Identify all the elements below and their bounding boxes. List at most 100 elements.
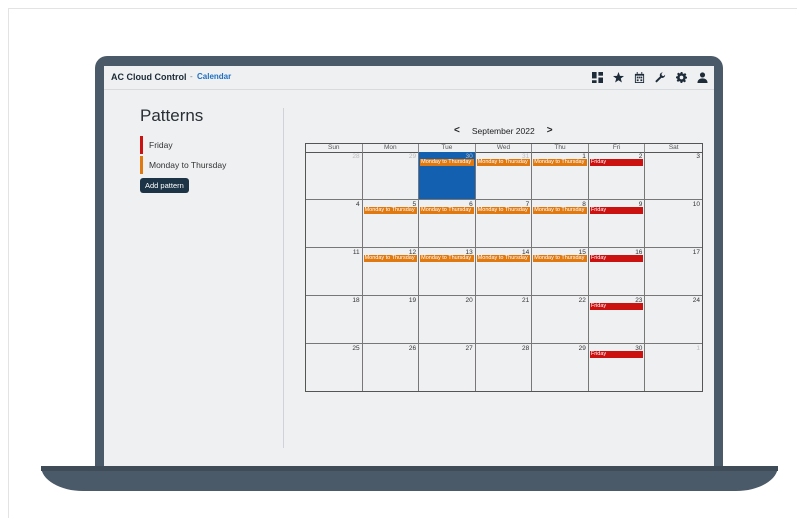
title-separator: - (190, 72, 193, 81)
calendar-day-cell[interactable]: 19 (363, 296, 420, 343)
day-number: 20 (465, 297, 473, 304)
day-number: 17 (692, 249, 700, 256)
event-monday-to-thursday[interactable]: Monday to Thursday (363, 207, 418, 214)
calendar-day-cell[interactable]: 3 (645, 152, 702, 199)
app-screen: AC Cloud Control - Calendar Patterns Fri… (104, 66, 714, 466)
calendar-icon[interactable] (633, 71, 645, 83)
calendar-day-cell[interactable]: 11 (306, 248, 363, 295)
month-navigation: < September 2022 > (454, 125, 553, 136)
pattern-label: Monday to Thursday (149, 160, 227, 170)
calendar-day-cell-selected[interactable]: 30 Monday to Thursday (419, 152, 476, 199)
weekday-header: Sun Mon Tue Wed Thu Fri Sat (306, 144, 702, 153)
calendar-day-cell[interactable]: 9 Friday (589, 200, 646, 247)
calendar-day-cell[interactable]: 28 (306, 152, 363, 199)
month-label: September 2022 (471, 125, 535, 136)
event-friday[interactable]: Friday (589, 207, 644, 214)
calendar-day-cell[interactable]: 24 (645, 296, 702, 343)
day-number: 29 (408, 153, 417, 160)
calendar-day-cell[interactable]: 22 (532, 296, 589, 343)
add-pattern-button[interactable]: Add pattern (140, 178, 189, 193)
day-number: 10 (692, 201, 700, 208)
calendar-day-cell[interactable]: 25 (306, 344, 363, 391)
calendar-day-cell[interactable]: 12 Monday to Thursday (363, 248, 420, 295)
calendar-day-cell[interactable]: 18 (306, 296, 363, 343)
event-monday-to-thursday[interactable]: Monday to Thursday (533, 207, 587, 214)
calendar-week: 28 29 30 Monday to Thursday 31 Monday to Thur… (306, 152, 702, 200)
event-monday-to-thursday[interactable]: Monday to Thursday (420, 159, 474, 166)
calendar-day-cell[interactable]: 6 Monday to Thursday (419, 200, 476, 247)
calendar-day-cell[interactable]: 8 Monday to Thursday (532, 200, 589, 247)
app-title[interactable]: AC Cloud Control (111, 72, 187, 82)
calendar-week: 25 26 27 28 29 30 Friday 1 (306, 344, 702, 391)
event-friday[interactable]: Friday (589, 159, 644, 166)
calendar-day-cell[interactable]: 1 (645, 344, 702, 391)
day-number: 26 (408, 345, 417, 352)
day-number: 29 (578, 345, 586, 352)
event-monday-to-thursday[interactable]: Monday to Thursday (476, 159, 531, 166)
calendar-day-cell[interactable]: 17 (645, 248, 702, 295)
panel-divider (283, 108, 284, 448)
calendar-day-cell[interactable]: 28 (476, 344, 533, 391)
calendar-day-cell[interactable]: 7 Monday to Thursday (476, 200, 533, 247)
calendar-day-cell[interactable]: 2 Friday (589, 152, 646, 199)
day-number: 21 (522, 297, 530, 304)
next-month-button[interactable]: > (547, 125, 553, 136)
event-friday[interactable]: Friday (589, 255, 644, 262)
day-number: 11 (352, 249, 360, 256)
top-icon-bar (591, 71, 708, 83)
calendar-day-cell[interactable]: 27 (419, 344, 476, 391)
calendar-day-cell[interactable]: 29 (532, 344, 589, 391)
event-monday-to-thursday[interactable]: Monday to Thursday (533, 255, 587, 262)
pattern-item-friday[interactable]: Friday (140, 136, 173, 154)
event-friday[interactable]: Friday (589, 303, 644, 310)
calendar-day-cell[interactable]: 13 Monday to Thursday (419, 248, 476, 295)
calendar-day-cell[interactable]: 30 Friday (589, 344, 646, 391)
wrench-icon[interactable] (654, 71, 666, 83)
event-monday-to-thursday[interactable]: Monday to Thursday (363, 255, 418, 262)
calendar-day-cell[interactable]: 14 Monday to Thursday (476, 248, 533, 295)
calendar-day-cell[interactable]: 15 Monday to Thursday (532, 248, 589, 295)
event-monday-to-thursday[interactable]: Monday to Thursday (476, 255, 531, 262)
day-number: 25 (352, 345, 360, 352)
day-number: 3 (696, 153, 700, 160)
calendar-day-cell[interactable]: 16 Friday (589, 248, 646, 295)
star-icon[interactable] (612, 71, 624, 83)
day-number: 24 (692, 297, 700, 304)
calendar-day-cell[interactable]: 1 Monday to Thursday (532, 152, 589, 199)
laptop-base-edge (41, 466, 778, 471)
event-monday-to-thursday[interactable]: Monday to Thursday (476, 207, 531, 214)
day-number: 1 (696, 345, 700, 352)
month-calendar: Sun Mon Tue Wed Thu Fri Sat 28 29 30 Monday… (305, 143, 703, 392)
calendar-day-cell[interactable]: 23 Friday (589, 296, 646, 343)
pattern-item-monday-to-thursday[interactable]: Monday to Thursday (140, 156, 226, 174)
patterns-heading: Patterns (140, 106, 204, 125)
calendar-day-cell[interactable]: 31 Monday to Thursday (476, 152, 533, 199)
calendar-day-cell[interactable]: 10 (645, 200, 702, 247)
calendar-week: 11 12 Monday to Thursday 13 Monday to Thursd… (306, 248, 702, 296)
calendar-day-cell[interactable]: 21 (476, 296, 533, 343)
event-friday[interactable]: Friday (589, 351, 644, 358)
calendar-day-cell[interactable]: 20 (419, 296, 476, 343)
day-number: 19 (408, 297, 417, 304)
top-bar: AC Cloud Control - Calendar (104, 66, 714, 90)
pattern-color-bar (140, 156, 143, 174)
calendar-day-cell[interactable]: 26 (363, 344, 420, 391)
day-number: 27 (465, 345, 473, 352)
day-number: 28 (522, 345, 530, 352)
user-icon[interactable] (696, 71, 708, 83)
calendar-day-cell[interactable]: 5 Monday to Thursday (363, 200, 420, 247)
event-monday-to-thursday[interactable]: Monday to Thursday (420, 207, 474, 214)
event-monday-to-thursday[interactable]: Monday to Thursday (533, 159, 587, 166)
prev-month-button[interactable]: < (454, 125, 460, 136)
section-title: Calendar (197, 72, 232, 81)
calendar-day-cell[interactable]: 4 (306, 200, 363, 247)
day-number: 28 (352, 153, 360, 160)
calendar-week: 4 5 Monday to Thursday 6 Monday to Thursday 7… (306, 200, 702, 248)
day-number: 18 (352, 297, 360, 304)
calendar-day-cell[interactable]: 29 (363, 152, 420, 199)
pattern-label: Friday (149, 140, 173, 150)
day-number: 22 (578, 297, 586, 304)
gear-icon[interactable] (675, 71, 687, 83)
event-monday-to-thursday[interactable]: Monday to Thursday (420, 255, 474, 262)
dashboard-icon[interactable] (591, 71, 603, 83)
